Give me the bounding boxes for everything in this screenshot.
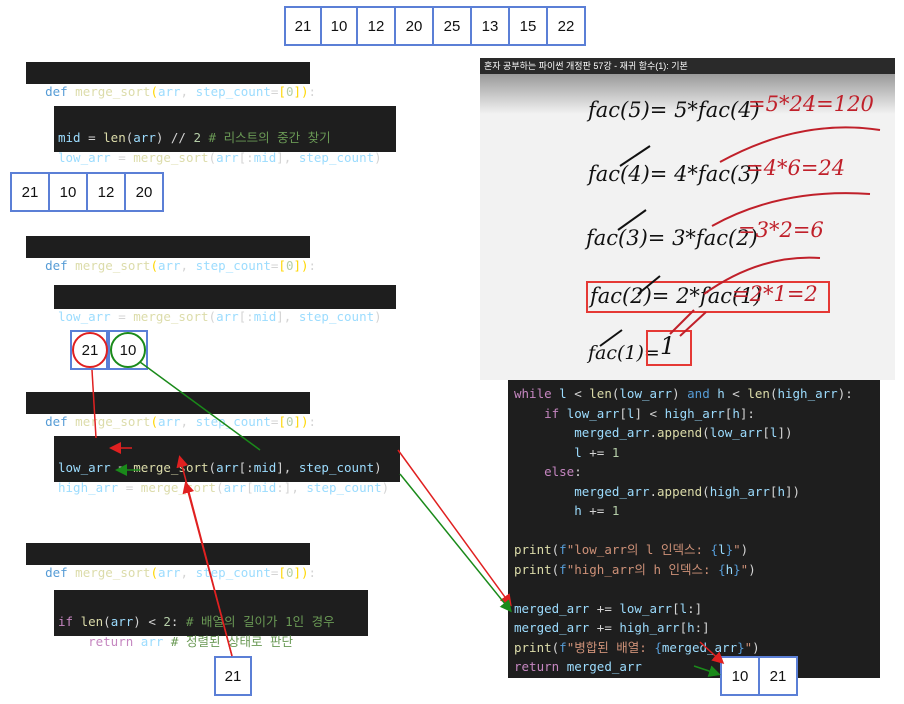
array-cell: 12 xyxy=(86,172,126,212)
single-value-box: 21 xyxy=(214,656,252,696)
merge-code-block: while l < len(low_arr) and h < len(high_… xyxy=(508,380,880,678)
green-arrow-high-to-merge xyxy=(399,473,512,613)
array-cell: 13 xyxy=(470,6,510,46)
array-cell: 10 xyxy=(320,6,358,46)
array-cell: 12 xyxy=(356,6,396,46)
array-cell: 22 xyxy=(546,6,586,46)
code-def-line-2: def merge_sort(arr, step_count=[0]): xyxy=(26,236,316,273)
array-cell: 21 xyxy=(10,172,50,212)
red-arrow-low-to-merge xyxy=(397,449,512,607)
video-annotations xyxy=(599,126,881,347)
code-low-line-2: low_arr = merge_sort(arr[:mid], step_cou… xyxy=(54,285,396,324)
array-cell: 10 xyxy=(48,172,88,212)
code-low-high-3: low_arr = merge_sort(arr[:mid], step_cou… xyxy=(54,436,400,495)
code-def-line-4: def merge_sort(arr, step_count=[0]): xyxy=(26,543,316,580)
pair-left-circle: 21 xyxy=(72,332,108,368)
array-cell: 25 xyxy=(432,6,472,46)
pair-right-circle: 10 xyxy=(110,332,146,368)
array-cell: 10 xyxy=(720,656,760,696)
code-if-return-4: if len(arr) < 2: # 배열의 길이가 1인 경우 return … xyxy=(54,590,368,649)
code-mid-block-1: mid = len(arr) // 2 # 리스트의 중간 찾기 low_arr… xyxy=(54,106,396,165)
array-cell: 20 xyxy=(394,6,434,46)
code-def-line-1: def merge_sort(arr, step_count=[0]): xyxy=(26,62,316,99)
video-panel[interactable]: 혼자 공부하는 파이썬 개정판 57강 - 재귀 함수(1): 기본 fac(5… xyxy=(480,58,895,380)
array-cell: 21 xyxy=(758,656,798,696)
array-cell: 15 xyxy=(508,6,548,46)
array-cell: 20 xyxy=(124,172,164,212)
array-cell: 21 xyxy=(284,6,322,46)
code-def-line-3: def merge_sort(arr, step_count=[0]): xyxy=(26,392,316,429)
